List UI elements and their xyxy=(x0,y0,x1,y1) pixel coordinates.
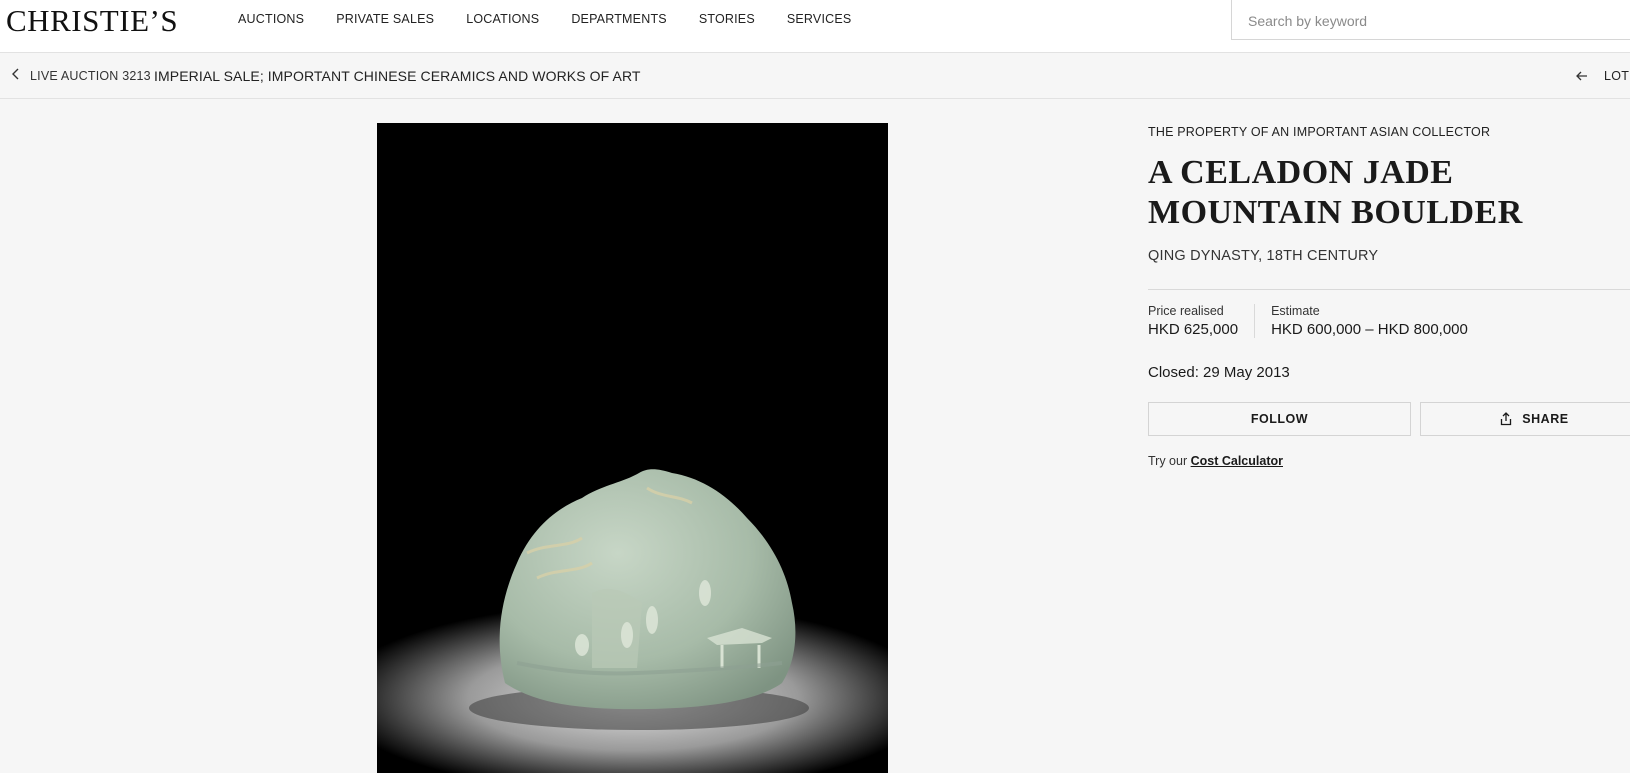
nav-services[interactable]: SERVICES xyxy=(787,12,852,26)
nav-departments[interactable]: DEPARTMENTS xyxy=(571,12,667,26)
calc-prefix: Try our xyxy=(1148,454,1188,468)
cost-calculator-link[interactable]: Cost Calculator xyxy=(1191,454,1283,468)
closed-label: Closed: xyxy=(1148,364,1199,381)
action-buttons: FOLLOW SHARE xyxy=(1148,402,1630,436)
follow-button[interactable]: FOLLOW xyxy=(1148,402,1411,436)
lot-period: QING DYNASTY, 18TH CENTURY xyxy=(1148,248,1379,264)
divider xyxy=(1148,289,1630,290)
main-nav: AUCTIONS PRIVATE SALES LOCATIONS DEPARTM… xyxy=(238,12,883,26)
lot-title: A CELADON JADE MOUNTAIN BOULDER xyxy=(1148,154,1523,231)
lot-details-panel: THE PROPERTY OF AN IMPORTANT ASIAN COLLE… xyxy=(1148,125,1630,468)
price-realised-value: HKD 625,000 xyxy=(1148,321,1239,338)
nav-locations[interactable]: LOCATIONS xyxy=(466,12,539,26)
auction-breadcrumb: LIVE AUCTION 3213 IMPERIAL SALE; IMPORTA… xyxy=(0,53,1630,99)
arrow-left-icon[interactable] xyxy=(1574,68,1590,84)
jade-boulder-photo xyxy=(377,123,888,773)
cost-calculator-line: Try our Cost Calculator xyxy=(1148,454,1630,468)
follow-label: FOLLOW xyxy=(1250,412,1308,426)
chevron-left-icon[interactable] xyxy=(8,66,24,82)
price-realised-block: Price realised HKD 625,000 xyxy=(1148,304,1254,338)
estimate-label: Estimate xyxy=(1271,304,1320,318)
closed-date-line: Closed: 29 May 2013 xyxy=(1148,364,1630,381)
closed-date: 29 May 2013 xyxy=(1203,364,1290,381)
top-navigation-bar: CHRISTIE’S AUCTIONS PRIVATE SALES LOCATI… xyxy=(0,0,1630,53)
auction-number[interactable]: LIVE AUCTION 3213 xyxy=(30,69,151,83)
share-icon xyxy=(1501,412,1512,426)
lot-image[interactable] xyxy=(377,123,888,773)
price-realised-label: Price realised xyxy=(1148,304,1224,318)
estimate-block: Estimate HKD 600,000 – HKD 800,000 xyxy=(1254,304,1484,338)
search-input[interactable] xyxy=(1248,13,1628,29)
nav-auctions[interactable]: AUCTIONS xyxy=(238,12,304,26)
nav-private-sales[interactable]: PRIVATE SALES xyxy=(336,12,434,26)
price-section: Price realised HKD 625,000 Estimate HKD … xyxy=(1148,304,1630,338)
christies-logo[interactable]: CHRISTIE’S xyxy=(6,3,178,39)
share-label: SHARE xyxy=(1522,412,1569,426)
search-box xyxy=(1231,0,1630,40)
nav-stories[interactable]: STORIES xyxy=(699,12,755,26)
auction-title[interactable]: IMPERIAL SALE; IMPORTANT CHINESE CERAMIC… xyxy=(154,68,641,84)
lot-navigation-label[interactable]: LOT xyxy=(1604,69,1629,83)
lot-provenance: THE PROPERTY OF AN IMPORTANT ASIAN COLLE… xyxy=(1148,125,1491,139)
estimate-value: HKD 600,000 – HKD 800,000 xyxy=(1271,321,1468,338)
share-button[interactable]: SHARE xyxy=(1419,402,1630,436)
